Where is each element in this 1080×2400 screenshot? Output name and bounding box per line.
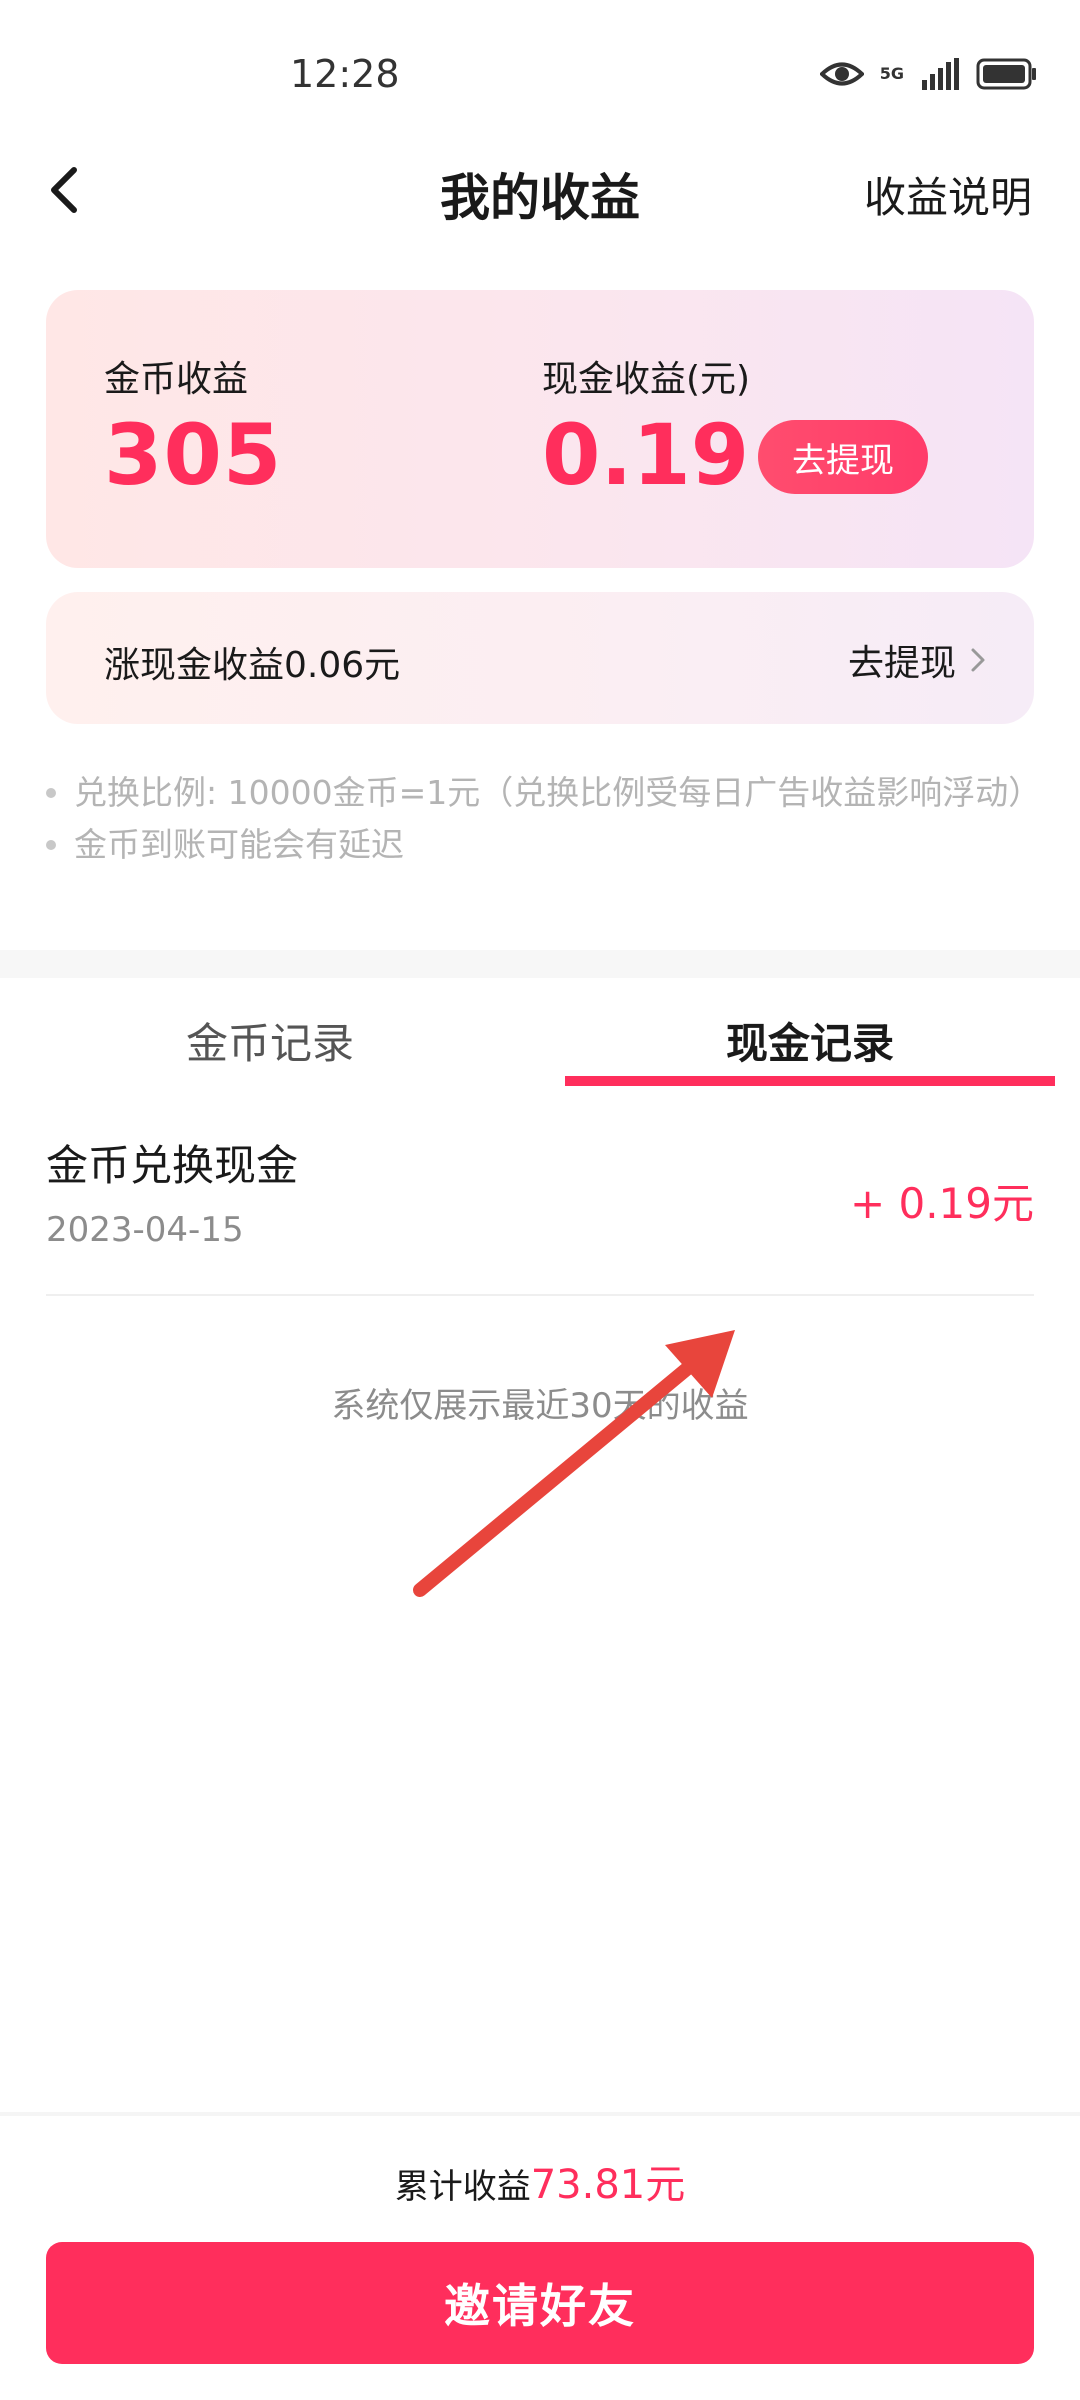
exchange-notes: 兑换比例: 10000金币=1元（兑换比例受每日广告收益影响浮动） 金币到账可能…	[46, 772, 1041, 876]
coin-earnings-value: 305	[104, 406, 283, 504]
earnings-page: 12:28 5G 我的收益 收益说明 金币收益 305 现金收益(元) 0.19…	[0, 0, 1080, 2400]
signal-icon	[922, 58, 959, 90]
tab-coin-records[interactable]: 金币记录	[0, 1010, 540, 1071]
total-value: 73.81元	[530, 2162, 686, 2208]
coin-earnings-label: 金币收益	[104, 359, 249, 400]
withdraw-button[interactable]: 去提现	[758, 420, 928, 494]
banner-withdraw-label: 去提现	[847, 643, 956, 684]
cash-earnings-value: 0.19	[542, 406, 750, 504]
tab-cash-records[interactable]: 现金记录	[540, 1010, 1080, 1071]
increase-earnings-banner[interactable]: 涨现金收益0.06元 去提现	[46, 592, 1034, 724]
banner-withdraw-link[interactable]: 去提现	[848, 634, 986, 686]
battery-icon	[976, 58, 1036, 90]
status-bar: 12:28 5G	[0, 0, 1080, 130]
nav-bar: 我的收益 收益说明	[0, 140, 1080, 240]
invite-friends-button[interactable]: 邀请好友	[46, 2242, 1034, 2364]
active-tab-indicator	[565, 1076, 1055, 1086]
record-tabs: 金币记录 现金记录	[0, 1000, 1080, 1100]
note-text: 兑换比例: 10000金币=1元（兑换比例受每日广告收益影响浮动）	[74, 773, 1042, 812]
cash-earnings-label: 现金收益(元)	[542, 359, 751, 400]
note-text: 金币到账可能会有延迟	[74, 825, 404, 864]
chevron-right-icon	[971, 648, 985, 672]
record-title: 金币兑换现金	[46, 1141, 299, 1190]
recent-earnings-note: 系统仅展示最近30天的收益	[331, 1386, 749, 1426]
list-item: 金币兑换现金 2023-04-15 + 0.19元	[46, 1130, 1034, 1296]
record-amount: + 0.19元	[849, 1179, 1034, 1228]
eye-icon	[819, 62, 864, 86]
earnings-card: 金币收益 305 现金收益(元) 0.19 去提现	[46, 290, 1034, 568]
status-icons: 5G	[819, 58, 1038, 90]
section-divider	[0, 950, 1080, 978]
note-item: 金币到账可能会有延迟	[46, 824, 1034, 866]
bullet-dot	[46, 788, 56, 798]
status-time: 12:28	[290, 52, 400, 96]
network-label: 5G	[879, 64, 904, 83]
cumulative-earnings: 累计收益73.81元	[0, 2152, 1080, 2210]
bottom-divider	[0, 2112, 1080, 2116]
bullet-dot	[46, 840, 56, 850]
record-date: 2023-04-15	[46, 1210, 244, 1250]
total-label: 累计收益	[394, 2167, 531, 2207]
increase-earnings-text: 涨现金收益0.06元	[104, 645, 401, 686]
note-item: 兑换比例: 10000金币=1元（兑换比例受每日广告收益影响浮动）	[46, 772, 1041, 814]
earnings-info-link[interactable]: 收益说明	[864, 164, 1032, 225]
